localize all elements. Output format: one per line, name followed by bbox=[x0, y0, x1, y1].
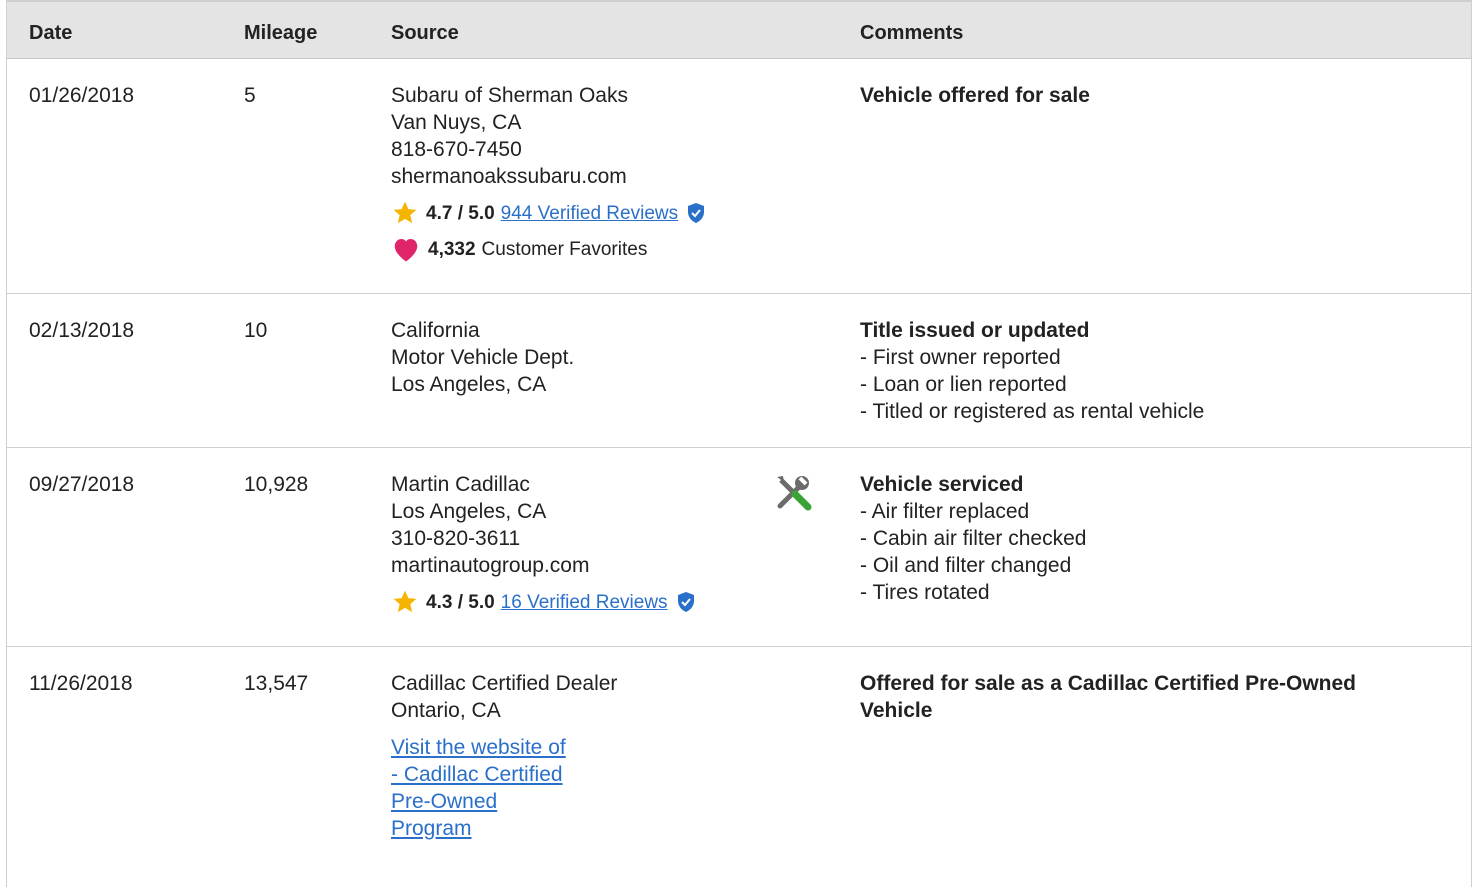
row-date: 01/26/2018 bbox=[29, 84, 135, 107]
row-mileage: 13,547 bbox=[244, 672, 309, 695]
header-comments: Comments bbox=[860, 22, 964, 44]
star-icon bbox=[393, 590, 417, 613]
favorites-label: Customer Favorites bbox=[481, 238, 648, 260]
source-phone: 818-670-7450 bbox=[391, 138, 522, 161]
row-date: 02/13/2018 bbox=[29, 319, 135, 342]
source-name: Martin Cadillac bbox=[391, 473, 530, 496]
header-date: Date bbox=[29, 22, 73, 44]
comment-item: - Air filter replaced bbox=[860, 500, 1030, 523]
row-source: Cadillac Certified Dealer Ontario, CA Vi… bbox=[391, 670, 617, 842]
row-comments: Vehicle serviced - Air filter replaced -… bbox=[860, 471, 1420, 606]
service-wrench-icon bbox=[777, 476, 812, 511]
source-location: Van Nuys, CA bbox=[391, 111, 522, 134]
verified-shield-icon bbox=[677, 592, 694, 612]
comment-item: - Oil and filter changed bbox=[860, 554, 1072, 577]
comment-item: - First owner reported bbox=[860, 346, 1061, 369]
row-comments: Offered for sale as a Cadillac Certified… bbox=[860, 670, 1390, 724]
comment-title: Vehicle serviced bbox=[860, 473, 1024, 496]
source-name: Cadillac Certified Dealer bbox=[391, 672, 618, 695]
rating-line: 4.7 / 5.0 944 Verified Reviews bbox=[391, 198, 713, 228]
row-date: 09/27/2018 bbox=[29, 473, 135, 496]
source-website: shermanoakssubaru.com bbox=[391, 165, 627, 188]
verified-reviews-link[interactable]: 16 Verified Reviews bbox=[501, 589, 668, 616]
comment-item: - Cabin air filter checked bbox=[860, 527, 1087, 550]
table-row: 01/26/2018 5 Subaru of Sherman Oaks Van … bbox=[7, 59, 1471, 294]
comment-item: - Loan or lien reported bbox=[860, 373, 1067, 396]
source-location: Ontario, CA bbox=[391, 699, 501, 722]
row-comments: Title issued or updated - First owner re… bbox=[860, 317, 1420, 425]
vehicle-history-table: Date Mileage Source Comments 01/26/2018 … bbox=[6, 0, 1472, 887]
row-mileage: 10 bbox=[244, 319, 268, 342]
rating-line: 4.3 / 5.0 16 Verified Reviews bbox=[391, 587, 703, 617]
table-row: 11/26/2018 13,547 Cadillac Certified Dea… bbox=[7, 647, 1471, 887]
verified-shield-icon bbox=[688, 203, 705, 223]
rating-score: 4.7 / 5.0 bbox=[426, 202, 495, 224]
comment-title: Vehicle offered for sale bbox=[860, 84, 1090, 107]
source-location: Los Angeles, CA bbox=[391, 373, 547, 396]
table-row: 09/27/2018 10,928 Martin Cadillac Los An… bbox=[7, 448, 1471, 647]
row-source: California Motor Vehicle Dept. Los Angel… bbox=[391, 317, 574, 398]
source-agency: Motor Vehicle Dept. bbox=[391, 346, 575, 369]
source-name: Subaru of Sherman Oaks bbox=[391, 84, 628, 107]
verified-reviews-link[interactable]: 944 Verified Reviews bbox=[501, 200, 678, 227]
comment-title: Offered for sale as a Cadillac Certified… bbox=[860, 672, 1356, 722]
source-phone: 310-820-3611 bbox=[391, 527, 521, 550]
row-source: Martin Cadillac Los Angeles, CA 310-820-… bbox=[391, 471, 703, 617]
row-date: 11/26/2018 bbox=[29, 672, 133, 695]
dealer-website-link[interactable]: Visit the website of - Cadillac Certifie… bbox=[391, 734, 571, 842]
rating-score: 4.3 / 5.0 bbox=[426, 591, 495, 613]
header-mileage: Mileage bbox=[244, 22, 318, 44]
comment-item: - Tires rotated bbox=[860, 581, 990, 604]
comment-title: Title issued or updated bbox=[860, 319, 1090, 342]
source-website: martinautogroup.com bbox=[391, 554, 590, 577]
row-source: Subaru of Sherman Oaks Van Nuys, CA 818-… bbox=[391, 82, 713, 264]
header-source: Source bbox=[391, 22, 459, 44]
source-location: Los Angeles, CA bbox=[391, 500, 547, 523]
source-name: California bbox=[391, 319, 480, 342]
heart-icon bbox=[394, 239, 418, 262]
favorites-line: 4,332 Customer Favorites bbox=[391, 234, 713, 264]
row-comments: Vehicle offered for sale bbox=[860, 82, 1420, 109]
table-row: 02/13/2018 10 California Motor Vehicle D… bbox=[7, 294, 1471, 448]
row-mileage: 10,928 bbox=[244, 473, 309, 496]
favorites-count: 4,332 bbox=[428, 238, 476, 260]
comment-item: - Titled or registered as rental vehicle bbox=[860, 400, 1205, 423]
star-icon bbox=[393, 201, 417, 224]
row-mileage: 5 bbox=[244, 84, 256, 107]
table-header: Date Mileage Source Comments bbox=[7, 2, 1471, 59]
